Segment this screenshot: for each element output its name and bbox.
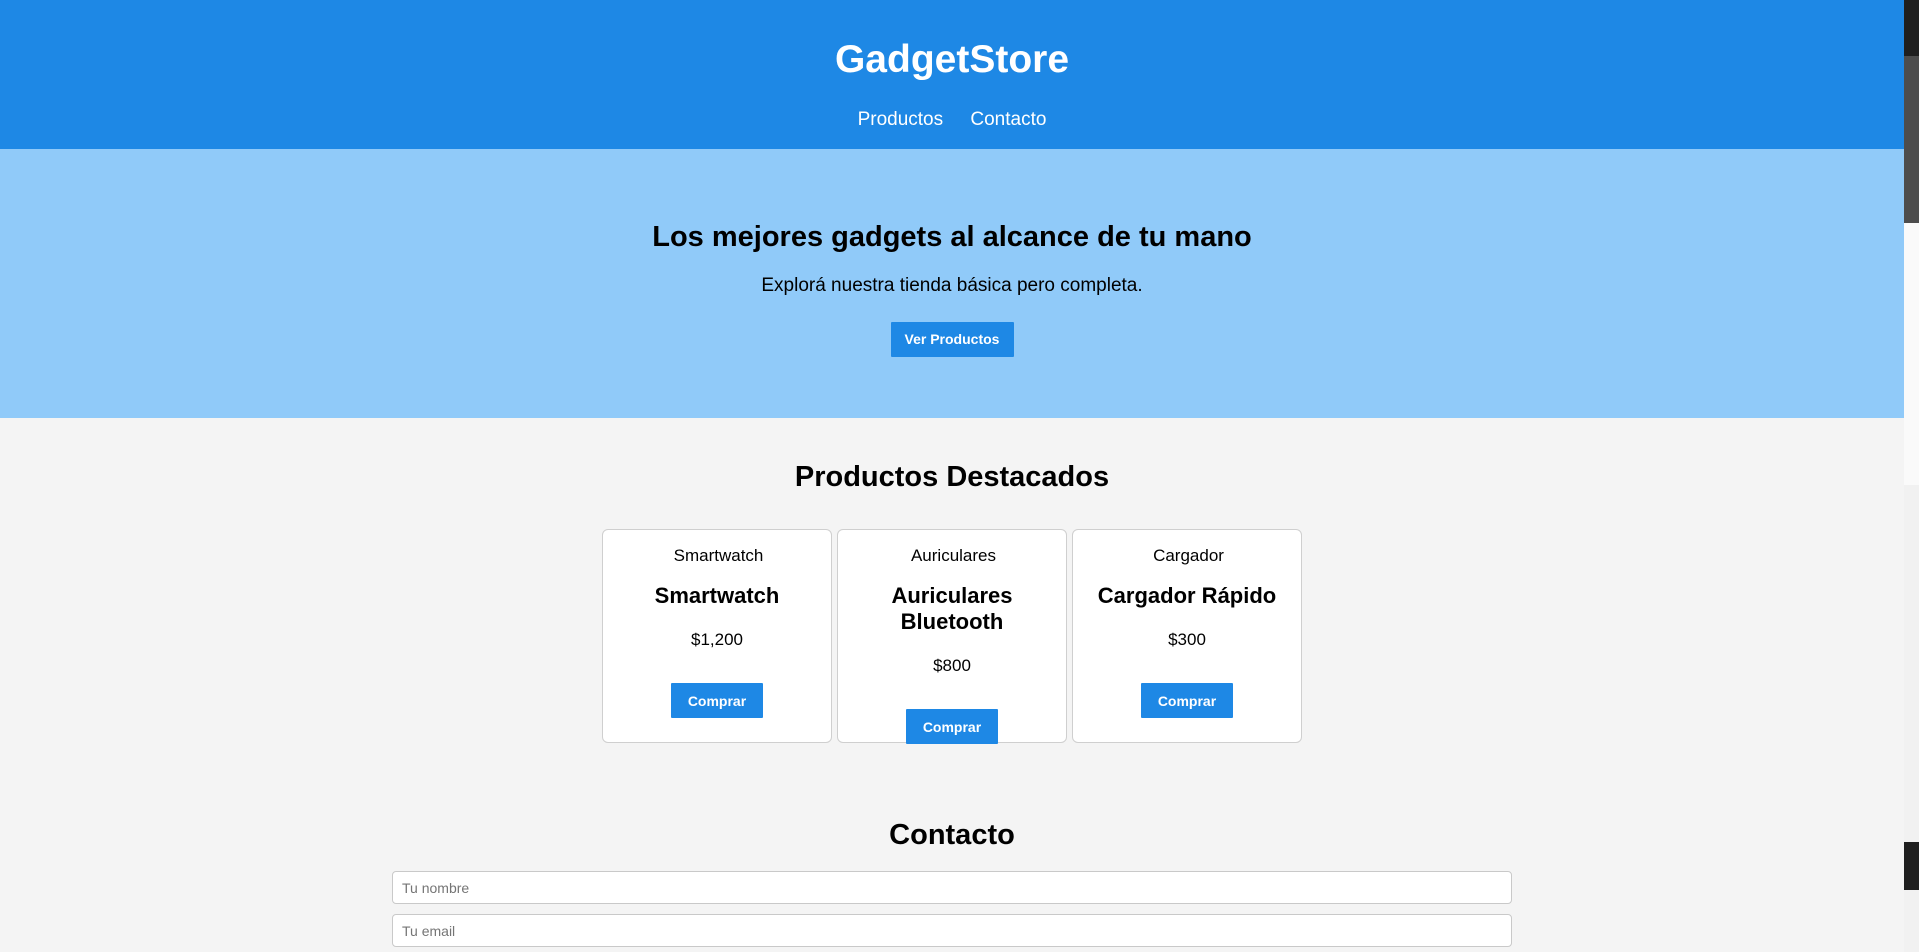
product-image-alt: Smartwatch xyxy=(673,546,764,565)
product-image-broken: Cargador xyxy=(1150,546,1224,566)
contact-section: Contacto xyxy=(0,743,1904,947)
nav-link-productos[interactable]: Productos xyxy=(858,109,944,130)
product-card-smartwatch: Smartwatch Smartwatch $1,200 Comprar xyxy=(602,529,832,743)
product-image-broken: Smartwatch xyxy=(671,546,764,566)
featured-products-section: Productos Destacados Smartwatch Smartwat… xyxy=(0,418,1904,744)
browser-viewport: GadgetStore Productos Contacto Los mejor… xyxy=(0,0,1919,952)
product-image-alt: Cargador xyxy=(1153,546,1224,565)
hero-subtitle: Explorá nuestra tienda básica pero compl… xyxy=(761,275,1143,296)
scrollbar-track-top xyxy=(1904,0,1919,56)
product-image-alt: Auriculares xyxy=(910,546,997,565)
hero-section: Los mejores gadgets al alcance de tu man… xyxy=(0,149,1904,418)
product-price: $1,200 xyxy=(691,630,743,649)
email-input[interactable] xyxy=(392,914,1512,947)
product-name: Smartwatch xyxy=(654,583,780,608)
product-card-auriculares: Auriculares Auriculares Bluetooth $800 C… xyxy=(837,529,1067,744)
product-price: $300 xyxy=(1168,630,1206,649)
scrollbar-thumb[interactable] xyxy=(1904,56,1919,223)
scrollbar-track xyxy=(1904,223,1919,485)
vertical-scrollbar[interactable] xyxy=(1904,0,1919,952)
main-nav: Productos Contacto xyxy=(0,109,1904,131)
product-image-broken: Auriculares xyxy=(908,546,996,566)
brand-title: GadgetStore xyxy=(834,38,1070,81)
buy-button-cargador[interactable]: Comprar xyxy=(1141,683,1233,718)
nav-link-contacto[interactable]: Contacto xyxy=(970,109,1046,130)
page: GadgetStore Productos Contacto Los mejor… xyxy=(0,0,1904,952)
product-name: Auriculares Bluetooth xyxy=(891,583,1013,634)
view-products-button[interactable]: Ver Productos xyxy=(890,322,1014,357)
product-name: Cargador Rápido xyxy=(1097,583,1277,608)
buy-button-smartwatch[interactable]: Comprar xyxy=(671,683,763,718)
scrollbar-track-bottom xyxy=(1904,842,1919,890)
site-header: GadgetStore Productos Contacto xyxy=(0,0,1904,149)
product-card-cargador: Cargador Cargador Rápido $300 Comprar xyxy=(1072,529,1302,743)
product-price: $800 xyxy=(933,656,971,675)
contact-title: Contacto xyxy=(889,819,1015,851)
hero-title: Los mejores gadgets al alcance de tu man… xyxy=(652,221,1252,253)
contact-form xyxy=(392,871,1512,947)
buy-button-auriculares[interactable]: Comprar xyxy=(906,709,998,744)
featured-products-title: Productos Destacados xyxy=(794,461,1110,493)
product-grid: Smartwatch Smartwatch $1,200 Comprar Aur… xyxy=(0,529,1904,744)
name-input[interactable] xyxy=(392,871,1512,904)
